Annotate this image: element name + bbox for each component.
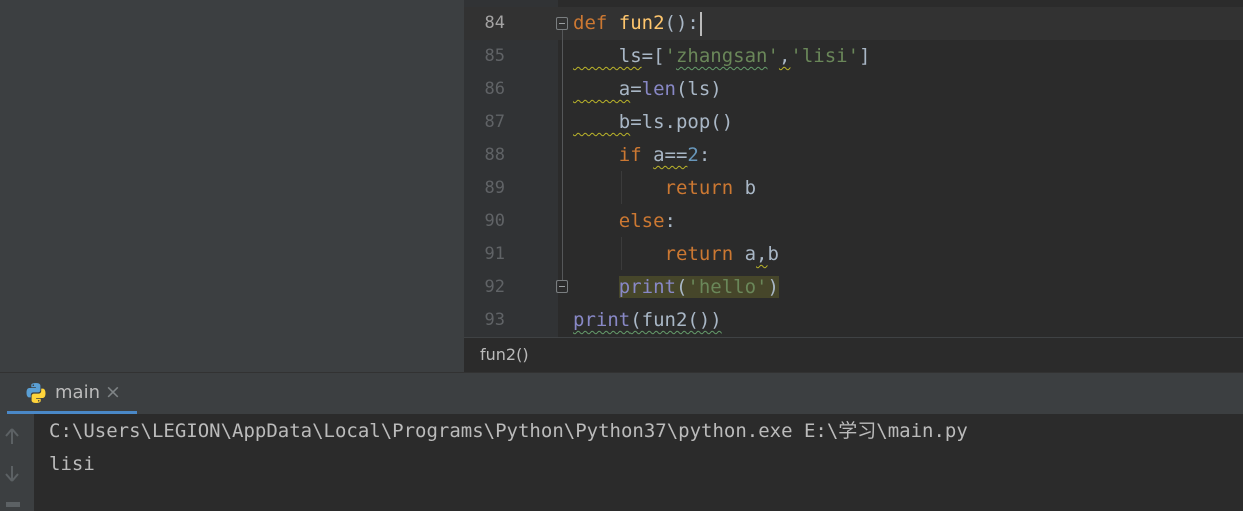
code-token: = xyxy=(630,78,642,100)
indent-guide xyxy=(621,237,622,270)
code-token: (fun2()) xyxy=(630,309,722,331)
code-token: : xyxy=(664,210,676,232)
fold-end-icon[interactable] xyxy=(556,280,568,293)
code-token: 2 xyxy=(687,144,699,166)
code-token: a== xyxy=(653,144,688,166)
code-editor[interactable]: 84 def fun2(): 85 ls=['zhangsan','lisi'] 86… xyxy=(464,0,1243,337)
line-number: 86 xyxy=(484,79,505,99)
code-token: ] xyxy=(859,45,871,67)
code-text[interactable]: b=ls.pop() xyxy=(573,106,733,139)
console-line-output: lisi xyxy=(49,453,95,475)
code-token: 'lisi' xyxy=(790,45,860,67)
code-line[interactable]: 86 a=len(ls) xyxy=(464,73,1243,106)
line-number: 93 xyxy=(484,310,505,330)
code-token: (ls) xyxy=(675,78,722,100)
close-icon[interactable]: × xyxy=(105,381,121,403)
code-token: b xyxy=(744,177,757,199)
code-token: else xyxy=(618,210,665,232)
code-text[interactable]: else: xyxy=(573,205,676,238)
code-token: b xyxy=(573,111,631,133)
line-number: 89 xyxy=(484,178,505,198)
tab-main-label: main xyxy=(55,382,100,403)
code-text[interactable]: return a,b xyxy=(573,238,779,271)
code-token: a xyxy=(573,78,631,100)
code-text[interactable]: return b xyxy=(573,172,757,205)
code-token: zhangsan xyxy=(675,45,768,67)
console-line-command: C:\Users\LEGION\AppData\Local\Programs\P… xyxy=(49,420,968,442)
code-token: =[ xyxy=(641,45,665,67)
breadcrumb-item-fun2[interactable]: fun2() xyxy=(480,345,529,364)
code-line[interactable]: 90 else: xyxy=(464,205,1243,238)
code-token: : xyxy=(698,144,711,166)
indent-guide xyxy=(621,171,622,204)
code-text[interactable]: a=len(ls) xyxy=(573,73,722,106)
code-line[interactable]: 91 return a,b xyxy=(464,238,1243,271)
line-number: 85 xyxy=(484,46,505,66)
code-line[interactable]: 93 print(fun2()) xyxy=(464,304,1243,337)
line-number: 84 xyxy=(484,13,505,33)
python-icon xyxy=(26,383,46,403)
tab-main[interactable]: main × xyxy=(7,373,137,414)
code-text[interactable]: print('hello') xyxy=(573,271,779,304)
arrow-up-icon[interactable] xyxy=(2,426,22,446)
code-token: ) xyxy=(767,276,779,298)
code-text[interactable]: def fun2(): xyxy=(573,7,702,40)
code-token: len xyxy=(641,78,676,100)
line-number: 90 xyxy=(484,211,505,231)
code-token: b xyxy=(767,243,779,265)
run-console[interactable]: C:\Users\LEGION\AppData\Local\Programs\P… xyxy=(34,414,1243,511)
code-token: =ls.pop() xyxy=(630,111,734,133)
run-toolbar xyxy=(0,414,34,511)
code-token: print xyxy=(618,276,676,298)
code-token: ( xyxy=(675,276,688,298)
code-line[interactable]: 92 print('hello') xyxy=(464,271,1243,304)
code-text[interactable]: ls=['zhangsan','lisi'] xyxy=(573,40,871,73)
line-number: 91 xyxy=(484,244,505,264)
line-number: 88 xyxy=(484,145,505,165)
code-token: (): xyxy=(664,12,699,34)
code-token: print xyxy=(573,309,631,331)
code-line[interactable]: 84 def fun2(): xyxy=(464,7,1243,40)
project-panel xyxy=(0,0,464,372)
line-number: 87 xyxy=(484,112,505,132)
code-token: return xyxy=(664,243,745,265)
code-token: , xyxy=(756,243,768,265)
code-line[interactable]: 88 if a==2: xyxy=(464,139,1243,172)
code-token: if xyxy=(618,144,654,166)
fold-start-icon[interactable] xyxy=(556,17,568,30)
code-token: ' xyxy=(664,45,676,67)
fold-range-line xyxy=(562,30,563,280)
line-number: 92 xyxy=(484,277,505,297)
code-line[interactable]: 87 b=ls.pop() xyxy=(464,106,1243,139)
text-caret xyxy=(699,11,702,36)
code-text[interactable]: if a==2: xyxy=(573,139,711,172)
code-token: 'hello' xyxy=(687,276,768,298)
code-token: , xyxy=(778,45,791,67)
arrow-down-icon[interactable] xyxy=(2,464,22,484)
code-token: fun2 xyxy=(618,12,665,34)
code-line[interactable]: 89 return b xyxy=(464,172,1243,205)
code-line[interactable]: 85 ls=['zhangsan','lisi'] xyxy=(464,40,1243,73)
code-text[interactable]: print(fun2()) xyxy=(573,304,722,337)
code-token: return xyxy=(664,177,745,199)
breadcrumb[interactable]: fun2() xyxy=(464,337,1243,372)
code-token: def xyxy=(573,12,619,34)
code-token: ' xyxy=(767,45,779,67)
run-tool-window-header: main × xyxy=(0,372,1243,414)
code-token: ls xyxy=(573,45,642,67)
code-token: a xyxy=(744,243,757,265)
toolbar-scroll-indicator xyxy=(6,502,20,507)
